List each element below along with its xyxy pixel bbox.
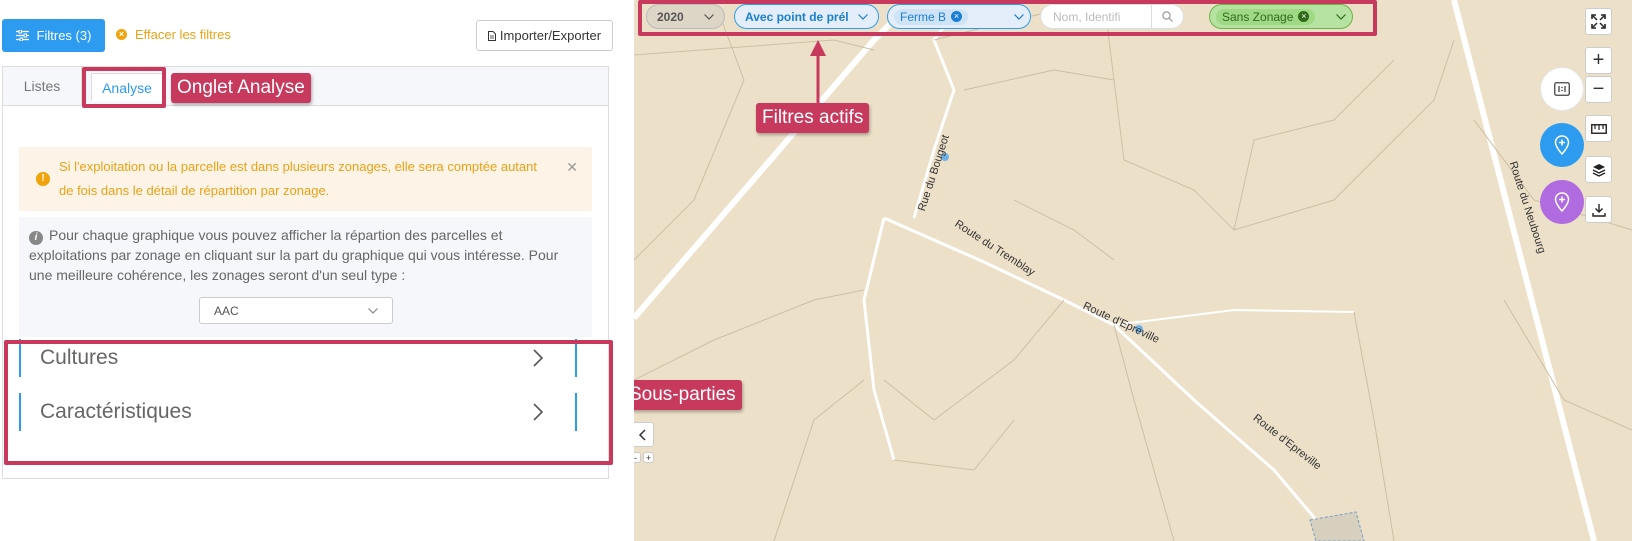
sections-highlight [4,340,613,465]
file-icon [487,30,496,41]
info-text: Pour chaque graphique vous pouvez affich… [29,227,559,283]
map-roads [634,0,1632,541]
warning-alert: ! Si l'exploitation ou la parcelle est d… [19,147,592,211]
zoning-type-value: AAC [214,303,239,318]
import-export-button[interactable]: Importer/Exporter [476,20,613,51]
clear-filters-button[interactable]: × Effacer les filtres [116,27,231,42]
annotation-tab-text: Onglet Analyse [177,77,305,98]
measure-button[interactable] [1585,115,1612,142]
map-pin-plus-icon [1554,135,1570,155]
filters-highlight [638,0,1377,36]
small-minus-label: - [634,452,637,463]
zoom-out-label: − [1592,78,1605,100]
tab-listes-label: Listes [23,78,61,94]
fullscreen-icon [1591,14,1606,29]
info-icon: i [29,231,43,245]
annotation-sections-text: Sous-parties [634,384,736,405]
small-zoom-in-button[interactable]: + [643,452,654,463]
left-panel: Filtres (3) × Effacer les filtres Import… [0,0,634,541]
clear-filters-label: Effacer les filtres [135,27,231,42]
analyse-tab-highlight [82,67,166,108]
download-icon [1591,203,1606,217]
annotation-filters-label: Filtres actifs [756,103,870,133]
add-point-button[interactable] [1540,123,1584,167]
filters-button[interactable]: Filtres (3) [2,19,105,52]
zoning-type-select[interactable]: AAC [199,297,393,324]
ruler-icon [1590,123,1607,134]
download-button[interactable] [1585,196,1612,223]
collapse-panel-button[interactable] [634,422,654,447]
layers-icon [1592,163,1605,177]
annotation-sections-label: Sous-parties [634,380,742,410]
warning-icon: ! [36,172,50,186]
chevron-left-icon [638,428,646,441]
add-point-purple-button[interactable] [1540,180,1584,224]
scale-button[interactable] [1540,67,1584,111]
filters-button-label: Filtres (3) [36,28,92,43]
warning-alert-text: Si l'exploitation ou la parcelle est dan… [59,159,537,198]
close-circle-icon: × [116,29,127,40]
scale-icon [1554,82,1570,96]
zoom-out-button[interactable]: − [1585,76,1612,103]
close-icon[interactable]: ✕ [566,155,578,179]
info-box: i Pour chaque graphique vous pouvez affic… [19,217,592,337]
layers-button[interactable] [1585,156,1612,183]
chevron-down-icon [368,307,378,314]
tab-listes[interactable]: Listes [3,67,82,105]
small-plus-label: + [645,452,652,463]
map-view[interactable]: Rue du Bougeot Route du Tremblay Route d… [634,0,1632,541]
fullscreen-button[interactable] [1585,8,1612,35]
small-zoom-out-button[interactable]: - [634,452,641,463]
sliders-icon [15,30,29,41]
import-export-label: Importer/Exporter [499,28,602,43]
annotation-tab-label: Onglet Analyse [171,73,311,103]
map-pin-plus-icon [1554,192,1570,212]
zoom-in-button[interactable]: + [1585,47,1612,74]
zoom-in-label: + [1592,49,1605,71]
annotation-filters-text: Filtres actifs [762,107,864,128]
info-text-block: i Pour chaque graphique vous pouvez affic… [29,225,582,285]
